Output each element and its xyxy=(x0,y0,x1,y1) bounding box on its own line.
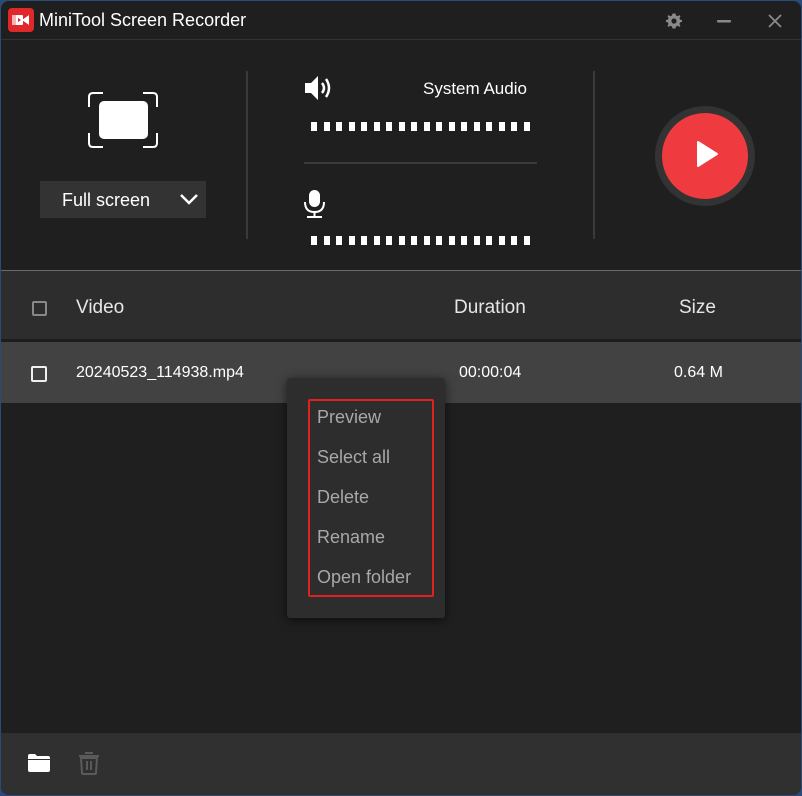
video-duration: 00:00:04 xyxy=(459,364,522,381)
recording-controls: Full screen System Audio xyxy=(1,41,801,270)
gear-icon xyxy=(666,13,682,29)
fullscreen-frame-icon[interactable] xyxy=(87,91,159,149)
column-header-size[interactable]: Size xyxy=(679,297,716,319)
bottom-toolbar xyxy=(1,733,801,795)
level-segment xyxy=(511,122,517,131)
row-checkbox[interactable] xyxy=(31,366,47,382)
app-window: MiniTool Screen Recorder Full screen Sys… xyxy=(1,1,801,795)
chevron-down-icon xyxy=(180,194,198,205)
level-segment xyxy=(361,236,367,245)
record-button[interactable] xyxy=(655,106,755,206)
open-folder-button[interactable] xyxy=(27,753,51,778)
minimize-button[interactable] xyxy=(712,9,736,33)
microphone-icon[interactable] xyxy=(303,188,327,225)
level-segment xyxy=(398,122,405,131)
level-segment xyxy=(448,122,455,131)
level-segment xyxy=(523,236,530,245)
level-segment xyxy=(398,236,405,245)
column-header-duration[interactable]: Duration xyxy=(454,297,526,319)
play-icon xyxy=(697,141,718,167)
close-icon xyxy=(768,14,782,28)
level-segment xyxy=(323,122,330,131)
column-header-video[interactable]: Video xyxy=(76,297,124,319)
level-segment xyxy=(473,236,480,245)
folder-icon xyxy=(28,754,50,772)
video-size: 0.64 M xyxy=(674,364,723,381)
microphone-level-meter xyxy=(311,236,530,245)
level-segment xyxy=(461,122,467,131)
video-name: 20240523_114938.mp4 xyxy=(76,364,244,381)
camera-icon xyxy=(8,8,34,32)
level-segment xyxy=(348,122,355,131)
divider xyxy=(246,71,248,239)
level-segment xyxy=(436,122,442,131)
level-segment xyxy=(386,236,392,245)
divider xyxy=(593,71,595,239)
level-segment xyxy=(311,122,317,131)
capture-mode-value: Full screen xyxy=(62,190,151,210)
level-segment xyxy=(411,122,417,131)
minimize-icon xyxy=(717,20,731,23)
level-segment xyxy=(336,122,342,131)
level-segment xyxy=(336,236,342,245)
level-segment xyxy=(436,236,442,245)
divider xyxy=(304,162,537,164)
level-segment xyxy=(486,122,492,131)
app-title: MiniTool Screen Recorder xyxy=(39,10,247,30)
level-segment xyxy=(498,122,505,131)
system-audio-level-meter xyxy=(311,122,530,131)
settings-button[interactable] xyxy=(662,9,686,33)
level-segment xyxy=(473,122,480,131)
menu-item-rename[interactable]: Rename xyxy=(317,527,385,548)
level-segment xyxy=(461,236,467,245)
menu-item-select-all[interactable]: Select all xyxy=(317,447,390,468)
menu-item-preview[interactable]: Preview xyxy=(317,407,381,428)
level-segment xyxy=(361,122,367,131)
menu-item-open-folder[interactable]: Open folder xyxy=(317,567,411,588)
level-segment xyxy=(423,236,430,245)
level-segment xyxy=(373,236,380,245)
close-button[interactable] xyxy=(763,9,787,33)
level-segment xyxy=(311,236,317,245)
system-audio-label: System Audio xyxy=(423,79,527,98)
list-header: Video Duration Size xyxy=(1,271,801,339)
title-bar: MiniTool Screen Recorder xyxy=(1,1,801,40)
speaker-icon[interactable] xyxy=(303,73,335,108)
level-segment xyxy=(411,236,417,245)
level-segment xyxy=(511,236,517,245)
level-segment xyxy=(498,236,505,245)
level-segment xyxy=(448,236,455,245)
menu-item-delete[interactable]: Delete xyxy=(317,487,369,508)
level-segment xyxy=(348,236,355,245)
level-segment xyxy=(486,236,492,245)
select-all-checkbox[interactable] xyxy=(32,301,47,316)
level-segment xyxy=(386,122,392,131)
delete-button[interactable] xyxy=(78,751,100,780)
level-segment xyxy=(373,122,380,131)
level-segment xyxy=(523,122,530,131)
level-segment xyxy=(323,236,330,245)
trash-icon xyxy=(79,752,99,775)
capture-mode-dropdown[interactable]: Full screen xyxy=(40,181,206,218)
level-segment xyxy=(423,122,430,131)
